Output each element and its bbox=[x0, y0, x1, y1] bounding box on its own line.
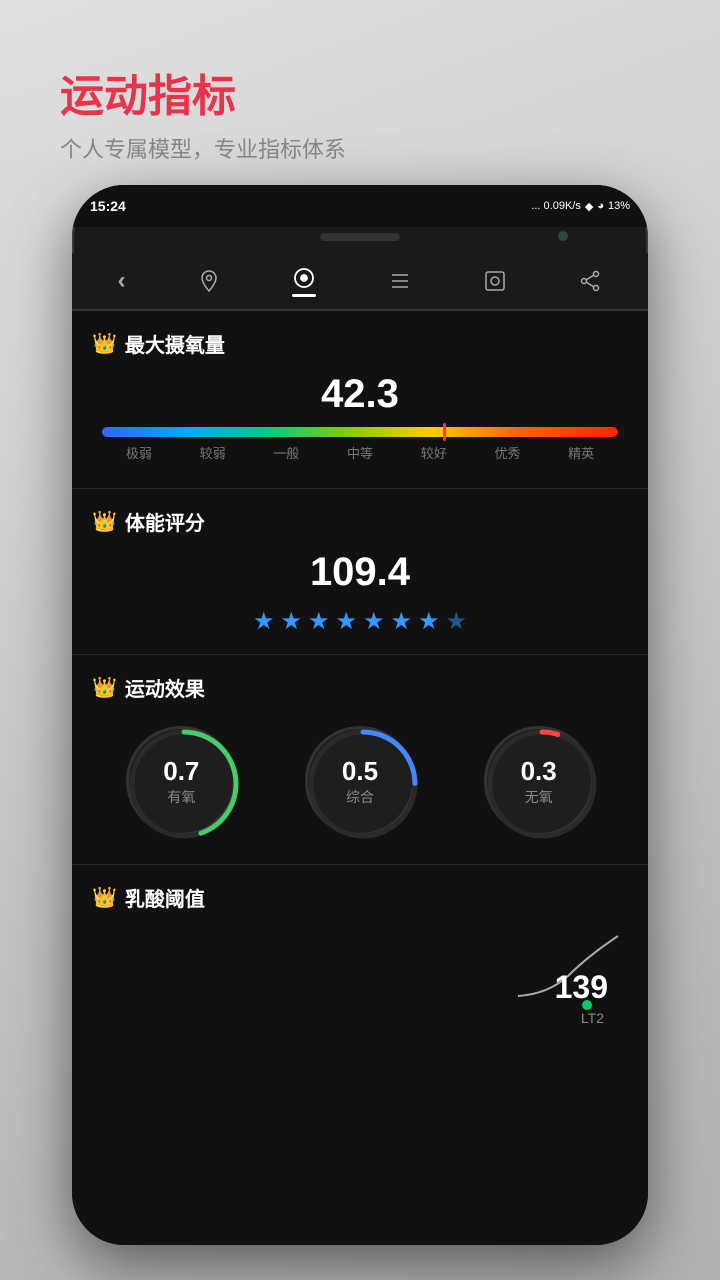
fitness-title-row: 👑 体能评分 bbox=[92, 507, 628, 536]
nav-list-icon[interactable] bbox=[388, 269, 412, 293]
header-area: 运动指标 个人专属模型，专业指标体系 bbox=[60, 60, 346, 164]
anaerobic-circle: 0.3 无氧 bbox=[484, 726, 594, 836]
star-4: ★ bbox=[335, 607, 357, 636]
exercise-section: 👑 运动效果 0.7 有氧 bbox=[72, 655, 648, 865]
nav-map-icon[interactable] bbox=[197, 269, 221, 293]
status-bar: 15:24 ... 0.09K/s ◆ ◕ 13% bbox=[72, 185, 648, 227]
nav-circle-icon[interactable] bbox=[292, 266, 316, 297]
battery-status: 13% bbox=[608, 200, 630, 212]
exercise-label: 运动效果 bbox=[125, 673, 205, 702]
vo2max-title-row: 👑 最大摄氧量 bbox=[92, 329, 628, 358]
bluetooth-icon: ◆ bbox=[585, 200, 593, 213]
wifi-icon: ◕ bbox=[597, 200, 604, 212]
star-6: ★ bbox=[391, 607, 413, 636]
bar-labels: 极弱 较弱 一般 中等 较好 优秀 精英 bbox=[102, 443, 618, 462]
phone-content: 👑 最大摄氧量 42.3 极弱 较弱 一般 中等 较好 优秀 精英 bbox=[72, 311, 648, 1245]
star-7: ★ bbox=[418, 607, 440, 636]
vo2max-value: 42.3 bbox=[92, 372, 628, 417]
star-1: ★ bbox=[253, 607, 275, 636]
lactic-title-row: 👑 乳酸阈值 bbox=[92, 883, 628, 912]
bar-label-2: 一般 bbox=[249, 443, 323, 462]
stars-row: ★ ★ ★ ★ ★ ★ ★ ★ bbox=[92, 607, 628, 636]
status-time: 15:24 bbox=[90, 198, 126, 214]
star-2: ★ bbox=[280, 607, 302, 636]
bar-label-5: 优秀 bbox=[471, 443, 545, 462]
bar-label-3: 中等 bbox=[323, 443, 397, 462]
rainbow-bar-container: 极弱 较弱 一般 中等 较好 优秀 精英 bbox=[102, 427, 618, 462]
lactic-value: 139 bbox=[555, 969, 608, 1006]
network-status: ... 0.09K/s bbox=[531, 200, 581, 212]
lactic-sub-label: LT2 bbox=[581, 1010, 604, 1026]
bar-label-0: 极弱 bbox=[102, 443, 176, 462]
bar-label-1: 较弱 bbox=[176, 443, 250, 462]
bar-label-6: 精英 bbox=[544, 443, 618, 462]
page-title: 运动指标 bbox=[60, 60, 346, 124]
fitness-value: 109.4 bbox=[92, 550, 628, 595]
crown-icon-lactic: 👑 bbox=[92, 885, 117, 910]
rainbow-bar bbox=[102, 427, 618, 437]
phone-camera bbox=[558, 231, 568, 241]
nav-search-icon[interactable] bbox=[483, 269, 507, 293]
lactic-chart: 139 LT2 bbox=[92, 926, 628, 1006]
comprehensive-circle-wrap: 0.5 综合 bbox=[305, 726, 415, 836]
vo2max-label: 最大摄氧量 bbox=[125, 329, 225, 358]
crown-icon-exercise: 👑 bbox=[92, 675, 117, 700]
back-button[interactable]: ‹ bbox=[118, 267, 126, 295]
effect-circles: 0.7 有氧 0.5 综合 bbox=[92, 716, 628, 846]
page-subtitle: 个人专属模型，专业指标体系 bbox=[60, 132, 346, 164]
star-3: ★ bbox=[308, 607, 330, 636]
lactic-section: 👑 乳酸阈值 139 LT2 bbox=[72, 865, 648, 1024]
aerobic-circle: 0.7 有氧 bbox=[126, 726, 236, 836]
crown-icon-fitness: 👑 bbox=[92, 509, 117, 534]
fitness-label: 体能评分 bbox=[125, 507, 205, 536]
status-right: ... 0.09K/s ◆ ◕ 13% bbox=[531, 200, 630, 213]
exercise-title-row: 👑 运动效果 bbox=[92, 673, 628, 702]
anaerobic-circle-wrap: 0.3 无氧 bbox=[484, 726, 594, 836]
phone-speaker bbox=[320, 233, 400, 241]
phone-shell: 15:24 ... 0.09K/s ◆ ◕ 13% ‹ bbox=[72, 185, 648, 1245]
crown-icon-vo2max: 👑 bbox=[92, 331, 117, 356]
lactic-label: 乳酸阈值 bbox=[125, 883, 205, 912]
aerobic-circle-wrap: 0.7 有氧 bbox=[126, 726, 236, 836]
comprehensive-circle: 0.5 综合 bbox=[305, 726, 415, 836]
nav-bar: ‹ bbox=[72, 253, 648, 311]
nav-share-icon[interactable] bbox=[578, 269, 602, 293]
star-8: ★ bbox=[446, 607, 468, 636]
bar-label-4: 较好 bbox=[397, 443, 471, 462]
fitness-section: 👑 体能评分 109.4 ★ ★ ★ ★ ★ ★ ★ ★ bbox=[72, 489, 648, 655]
star-5: ★ bbox=[363, 607, 385, 636]
rainbow-marker bbox=[443, 423, 446, 441]
vo2max-section: 👑 最大摄氧量 42.3 极弱 较弱 一般 中等 较好 优秀 精英 bbox=[72, 311, 648, 489]
